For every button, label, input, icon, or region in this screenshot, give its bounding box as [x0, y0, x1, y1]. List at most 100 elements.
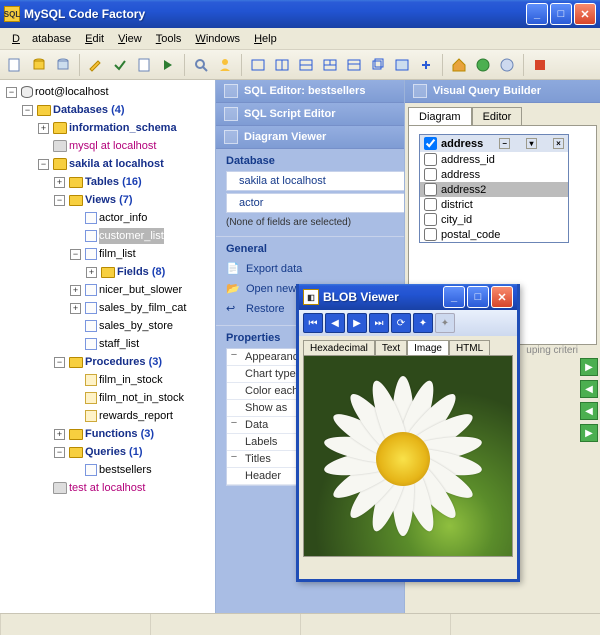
menu-view[interactable]: View: [112, 31, 148, 47]
tree-view-item[interactable]: nicer_but_slower: [99, 282, 182, 298]
tree-functions[interactable]: Functions (3): [85, 426, 154, 442]
tab-text[interactable]: Text: [375, 340, 407, 356]
menu-windows[interactable]: Windows: [189, 31, 246, 47]
folder-icon: [69, 177, 83, 188]
menu-edit[interactable]: Edit: [79, 31, 110, 47]
tree-proc-item[interactable]: film_not_in_stock: [99, 390, 184, 406]
tb-win4[interactable]: [319, 54, 341, 76]
tab-editor[interactable]: Editor: [472, 107, 523, 126]
tree-views[interactable]: Views (7): [85, 192, 133, 208]
nav-next[interactable]: ▶: [347, 313, 367, 333]
expander-icon[interactable]: −: [6, 87, 17, 98]
menu-database[interactable]: Database: [6, 31, 77, 47]
nav-refresh[interactable]: ⟳: [391, 313, 411, 333]
side-btn-right[interactable]: ▶: [580, 358, 598, 376]
tab-image[interactable]: Image: [407, 340, 449, 356]
blob-minimize[interactable]: _: [443, 286, 465, 308]
maximize-button[interactable]: □: [550, 3, 572, 25]
nav-zoom[interactable]: ✦: [413, 313, 433, 333]
tree-proc-item[interactable]: rewards_report: [99, 408, 173, 424]
tb-home[interactable]: [448, 54, 470, 76]
menu-tools[interactable]: Tools: [150, 31, 188, 47]
col-item[interactable]: address_id: [420, 152, 568, 167]
side-btn-right2[interactable]: ▶: [580, 424, 598, 442]
close-button[interactable]: ✕: [574, 3, 596, 25]
tree-info-schema[interactable]: information_schema: [69, 120, 177, 136]
col-item[interactable]: address2: [420, 182, 568, 197]
table-checkbox[interactable]: [424, 137, 437, 150]
blob-icon: ◧: [303, 289, 319, 305]
col-item[interactable]: district: [420, 197, 568, 212]
tb-exit[interactable]: [529, 54, 551, 76]
view-icon: [85, 302, 97, 314]
tb-edit[interactable]: [85, 54, 107, 76]
database-icon: [53, 482, 67, 494]
tb-new[interactable]: [4, 54, 26, 76]
nav-prev[interactable]: ◀: [325, 313, 345, 333]
tb-win6[interactable]: [367, 54, 389, 76]
tree-tables[interactable]: Tables (16): [85, 174, 142, 190]
tree-proc-item[interactable]: film_in_stock: [99, 372, 163, 388]
tree-root[interactable]: root@localhost: [35, 84, 109, 100]
tree-view-item[interactable]: sales_by_film_cat: [99, 300, 186, 316]
tree-view-item[interactable]: sales_by_store: [99, 318, 173, 334]
tb-check[interactable]: [109, 54, 131, 76]
window-title: MySQL Code Factory: [24, 7, 526, 21]
tb-script[interactable]: [133, 54, 155, 76]
col-item[interactable]: city_id: [420, 212, 568, 227]
menu-bar: Database Edit View Tools Windows Help: [0, 28, 600, 50]
col-item[interactable]: address: [420, 167, 568, 182]
tb-win8[interactable]: [415, 54, 437, 76]
tree-test[interactable]: test at localhost: [69, 480, 145, 496]
database-icon: [53, 158, 67, 170]
tree-sakila[interactable]: sakila at localhost: [69, 156, 164, 172]
tb-win1[interactable]: [247, 54, 269, 76]
tb-win3[interactable]: [295, 54, 317, 76]
col-item[interactable]: postal_code: [420, 227, 568, 242]
blob-close[interactable]: ✕: [491, 286, 513, 308]
minimize-button[interactable]: _: [526, 3, 548, 25]
sql-icon: [224, 84, 238, 98]
tb-stop[interactable]: [496, 54, 518, 76]
tree-view-item[interactable]: customer_list: [99, 228, 164, 244]
folder-icon: [69, 429, 83, 440]
tb-win5[interactable]: [343, 54, 365, 76]
nav-first[interactable]: ⏮: [303, 313, 323, 333]
tb-db2[interactable]: [52, 54, 74, 76]
tab-hex[interactable]: Hexadecimal: [303, 340, 375, 356]
tb-db[interactable]: [28, 54, 50, 76]
side-btn-left2[interactable]: ◀: [580, 402, 598, 420]
blob-viewer-window[interactable]: ◧ BLOB Viewer _ □ ✕ ⏮ ◀ ▶ ⏭ ⟳ ✦ ✦ Hexade…: [296, 284, 520, 582]
vqb-header[interactable]: Visual Query Builder: [405, 80, 600, 103]
tab-html[interactable]: HTML: [449, 340, 490, 356]
tree-view-item[interactable]: actor_info: [99, 210, 147, 226]
tree-mysql[interactable]: mysql at localhost: [69, 138, 156, 154]
tb-win2[interactable]: [271, 54, 293, 76]
tree-view-item[interactable]: film_list: [99, 246, 136, 262]
tb-find[interactable]: [190, 54, 212, 76]
tree-queries[interactable]: Queries (1): [85, 444, 143, 460]
diagram-icon: [224, 130, 238, 144]
tree-fields[interactable]: Fields (8): [117, 264, 165, 280]
tree-query-item[interactable]: bestsellers: [99, 462, 152, 478]
tb-win7[interactable]: [391, 54, 413, 76]
folder-icon: [69, 447, 83, 458]
table-box[interactable]: address − ▾ × address_id address address…: [419, 134, 569, 243]
tab-diagram[interactable]: Diagram: [408, 107, 472, 126]
export-icon: 📄: [226, 262, 240, 276]
tb-world[interactable]: [472, 54, 494, 76]
table-close-icon[interactable]: ×: [553, 138, 564, 149]
tree-panel[interactable]: −root@localhost −Databases (4) +informat…: [0, 80, 216, 613]
tree-view-item[interactable]: staff_list: [99, 336, 139, 352]
tb-run[interactable]: [157, 54, 179, 76]
tree-databases[interactable]: Databases (4): [53, 102, 125, 118]
table-drop-icon[interactable]: ▾: [526, 138, 537, 149]
nav-last[interactable]: ⏭: [369, 313, 389, 333]
tb-user[interactable]: [214, 54, 236, 76]
blob-maximize[interactable]: □: [467, 286, 489, 308]
menu-help[interactable]: Help: [248, 31, 283, 47]
view-icon: [85, 212, 97, 224]
side-btn-left[interactable]: ◀: [580, 380, 598, 398]
table-min-icon[interactable]: −: [499, 138, 510, 149]
tree-procedures[interactable]: Procedures (3): [85, 354, 162, 370]
